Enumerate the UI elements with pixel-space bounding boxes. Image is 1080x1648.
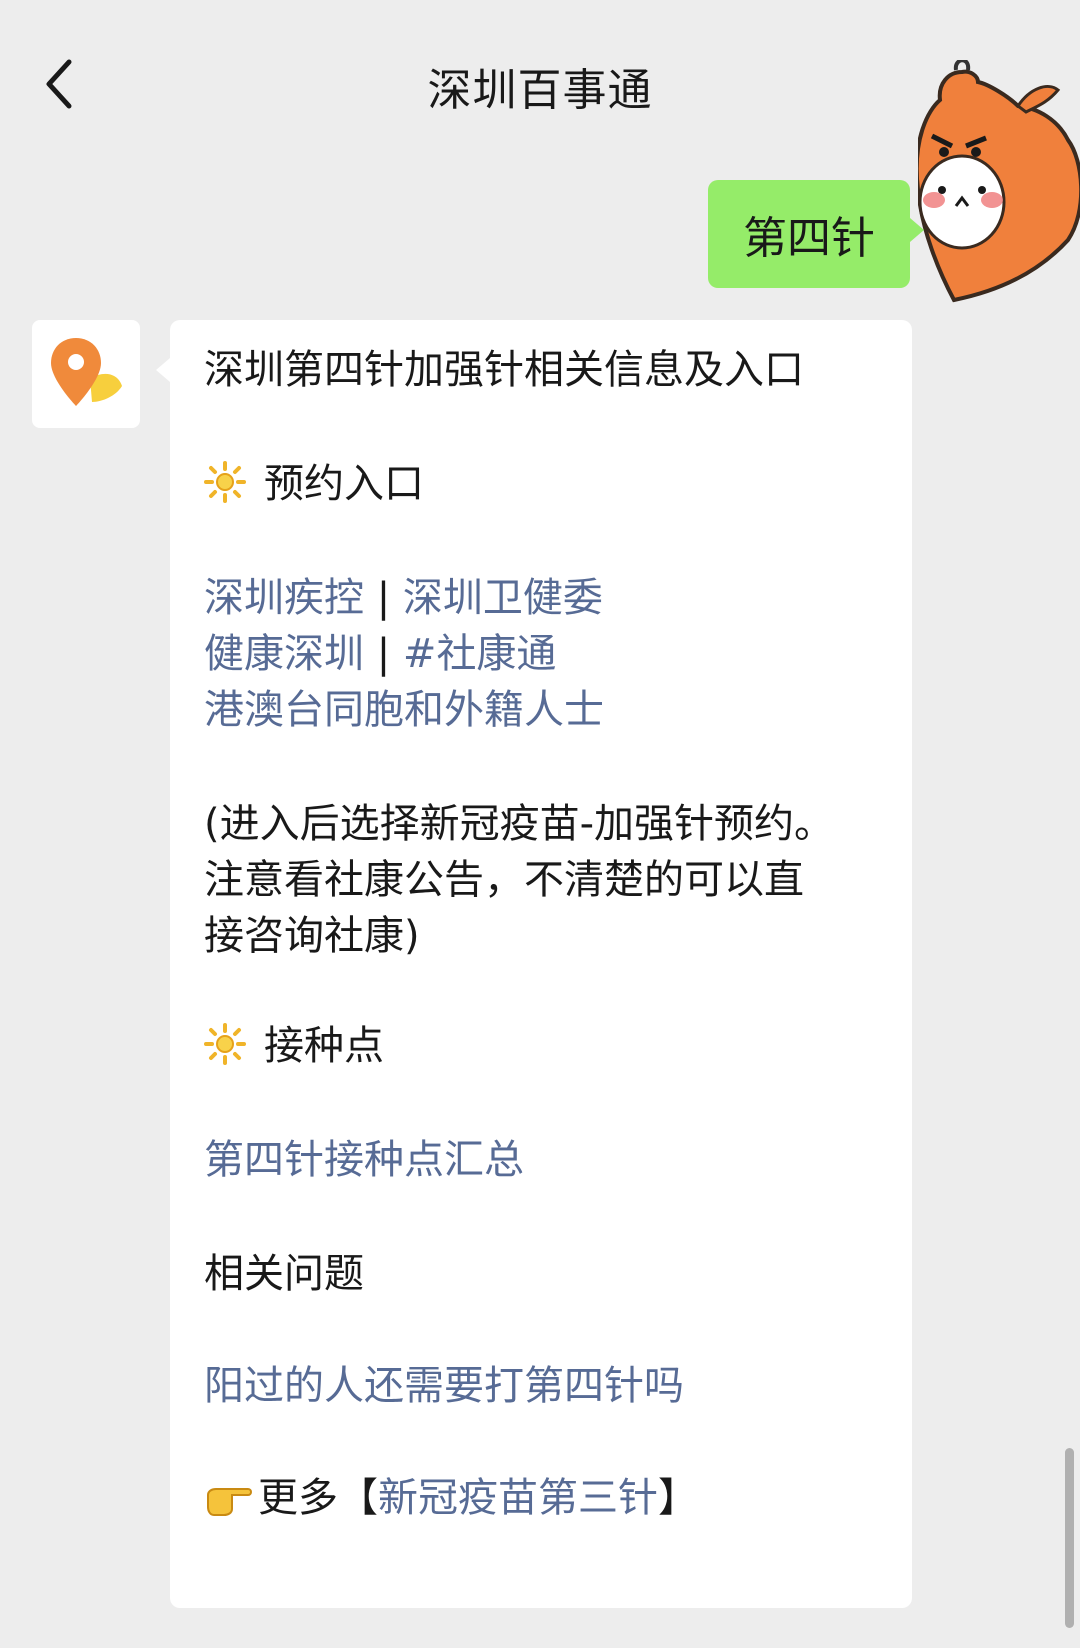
link-separator: |	[376, 631, 391, 677]
gourd-mascot-avatar-icon	[914, 58, 1080, 303]
link-separator: |	[376, 575, 391, 621]
message-title: 深圳第四针加强针相关信息及入口	[204, 347, 804, 393]
section-sites-label: 接种点	[264, 1023, 384, 1069]
note-line-3: 接咨询社康)	[204, 913, 420, 959]
incoming-message-bubble[interactable]: 深圳第四针加强针相关信息及入口 预约入口 深圳疾控 | 深圳卫健委 健康深圳 |…	[156, 320, 912, 1608]
link-healthy-shenzhen[interactable]: 健康深圳	[204, 631, 364, 677]
link-hk-macau-taiwan-foreigners[interactable]: 港澳台同胞和外籍人士	[204, 684, 604, 736]
section-sites-heading: 接种点	[204, 1020, 384, 1072]
user-avatar[interactable]	[914, 58, 1080, 330]
sun-icon	[204, 1023, 246, 1065]
bracket-open: 【	[338, 1475, 378, 1521]
link-recovered-fourth-dose[interactable]: 阳过的人还需要打第四针吗	[204, 1360, 684, 1412]
outgoing-message-bubble[interactable]: 第四针	[708, 180, 924, 288]
note-line-2: 注意看社康公告，不清楚的可以直	[204, 857, 804, 903]
location-pin-icon	[51, 338, 122, 406]
section-booking-heading: 预约入口	[204, 458, 424, 510]
more-row: 更多【新冠疫苗第三针】	[204, 1472, 698, 1524]
section-booking-label: 预约入口	[264, 461, 424, 507]
pointing-hand-icon	[207, 1488, 252, 1516]
link-shenzhen-health-commission[interactable]: 深圳卫健委	[403, 575, 603, 621]
bracket-close: 】	[658, 1475, 698, 1521]
link-shenzhen-cdc[interactable]: 深圳疾控	[204, 575, 364, 621]
links-row-2: 健康深圳 | #社康通	[204, 628, 556, 680]
link-fourth-dose-sites[interactable]: 第四针接种点汇总	[204, 1134, 524, 1186]
related-questions-label: 相关问题	[204, 1251, 364, 1297]
outgoing-message-text: 第四针	[743, 213, 875, 264]
link-third-dose[interactable]: 新冠疫苗第三针	[378, 1475, 658, 1521]
note-line-1: (进入后选择新冠疫苗-加强针预约。	[204, 801, 835, 847]
links-row-1: 深圳疾控 | 深圳卫健委	[204, 572, 603, 624]
bot-avatar[interactable]	[32, 320, 140, 428]
link-shekangtong[interactable]: #社康通	[403, 631, 557, 677]
sun-icon	[204, 461, 246, 503]
scrollbar-thumb[interactable]	[1065, 1448, 1074, 1628]
more-prefix: 更多	[258, 1475, 338, 1521]
